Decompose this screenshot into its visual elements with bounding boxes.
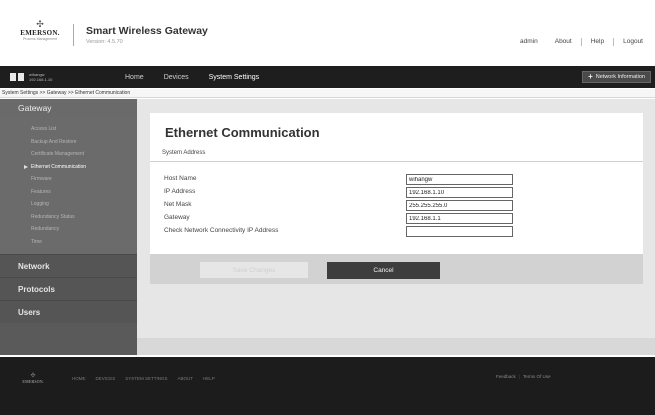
sidebar-item-certificate-management[interactable]: Certificate Management (0, 148, 137, 161)
host-name-row: Host Name (164, 174, 513, 185)
product-version: Version: 4.5.70 (86, 39, 123, 45)
sidebar-item-access-list[interactable]: Access List (0, 123, 137, 136)
gateway-label: Gateway (164, 214, 190, 221)
gateway-input[interactable] (406, 213, 513, 224)
ip-address-input[interactable] (406, 187, 513, 198)
save-changes-button[interactable]: Save Changes (200, 262, 308, 278)
emerson-logo: ✣ EMERSON. Process Management (16, 20, 64, 46)
net-mask-input[interactable] (406, 200, 513, 211)
page-title: Ethernet Communication (165, 125, 320, 140)
footer-logo: ✣ EMERSON. (20, 373, 46, 384)
user-name: admin (520, 38, 538, 45)
logo-word: EMERSON. (20, 29, 60, 37)
section-divider (150, 161, 643, 162)
help-link[interactable]: Help (591, 38, 604, 46)
sidebar-item-redundancy-status[interactable]: Redundancy Status (0, 211, 137, 224)
connectivity-ip-label: Check Network Connectivity IP Address (164, 227, 279, 234)
logo-sub: Process Management (22, 37, 58, 41)
ip-address-row: IP Address (164, 187, 513, 198)
nav-system-settings[interactable]: System Settings (209, 74, 260, 81)
emerson-mark-icon: ✣ (36, 19, 44, 29)
link-separator (580, 38, 582, 46)
link-separator (613, 38, 615, 46)
top-nav: wihangw 192.168.1.10 Home Devices System… (0, 66, 655, 88)
sidebar-item-firmware[interactable]: Firmware (0, 173, 137, 186)
footer-right-links: Feedback | Terms Of Use (496, 374, 551, 379)
nav-items: Home Devices System Settings (125, 66, 259, 88)
logout-link[interactable]: Logout (623, 38, 643, 46)
sidebar-section-network[interactable]: Network (0, 254, 137, 277)
net-mask-label: Net Mask (164, 201, 192, 208)
plus-icon: + (588, 72, 593, 81)
cancel-button[interactable]: Cancel (327, 262, 440, 279)
app-header: ✣ EMERSON. Process Management Smart Wire… (0, 0, 655, 62)
terms-of-use-link[interactable]: Terms Of Use (523, 374, 551, 379)
nav-devices[interactable]: Devices (164, 74, 189, 81)
gateway-submenu: Access List Backup And Restore Certifica… (0, 117, 137, 254)
about-link[interactable]: About (555, 38, 572, 46)
host-name-input[interactable] (406, 174, 513, 185)
section-label: System Address (162, 150, 206, 156)
footer: ✣ EMERSON. HOME DEVICES SYSTEM SETTINGS … (0, 357, 655, 415)
gateway-ip: 192.168.1.10 (29, 77, 53, 82)
net-mask-row: Net Mask (164, 200, 513, 211)
gateway-identity: wihangw 192.168.1.10 (10, 70, 52, 84)
sidebar-section-gateway[interactable]: Gateway (0, 99, 137, 117)
network-information-label: Network Information (595, 74, 645, 80)
host-name-label: Host Name (164, 175, 197, 182)
sidebar-item-ethernet-communication[interactable]: Ethernet Communication (0, 161, 137, 174)
product-title: Smart Wireless Gateway (86, 25, 208, 37)
network-information-button[interactable]: + Network Information (582, 71, 651, 83)
footer-link-home[interactable]: HOME (72, 376, 86, 381)
sidebar-section-protocols[interactable]: Protocols (0, 277, 137, 300)
sidebar: Gateway Access List Backup And Restore C… (0, 99, 137, 355)
sidebar-item-backup-restore[interactable]: Backup And Restore (0, 136, 137, 149)
footer-links: HOME DEVICES SYSTEM SETTINGS ABOUT HELP (72, 376, 215, 381)
sidebar-section-users[interactable]: Users (0, 300, 137, 323)
top-links: admin About Help Logout (520, 38, 643, 46)
footer-logo-word: EMERSON. (22, 379, 44, 384)
ip-address-label: IP Address (164, 188, 196, 195)
footer-link-help[interactable]: HELP (203, 376, 215, 381)
sidebar-item-logging[interactable]: Logging (0, 198, 137, 211)
feedback-link[interactable]: Feedback (496, 374, 516, 379)
breadcrumb: System Settings >> Gateway >> Ethernet C… (0, 89, 655, 98)
nav-home[interactable]: Home (125, 74, 144, 81)
footer-link-devices[interactable]: DEVICES (96, 376, 116, 381)
connectivity-ip-row: Check Network Connectivity IP Address (164, 226, 513, 237)
sidebar-item-features[interactable]: Features (0, 186, 137, 199)
gateway-icon (10, 73, 24, 81)
connectivity-ip-input[interactable] (406, 226, 513, 237)
footer-link-about[interactable]: ABOUT (178, 376, 194, 381)
sidebar-item-redundancy[interactable]: Redundancy (0, 223, 137, 236)
sidebar-item-time[interactable]: Time (0, 236, 137, 249)
main-bottom-band (137, 338, 655, 355)
gateway-row: Gateway (164, 213, 513, 224)
header-divider (73, 24, 74, 46)
footer-link-system-settings[interactable]: SYSTEM SETTINGS (125, 376, 167, 381)
